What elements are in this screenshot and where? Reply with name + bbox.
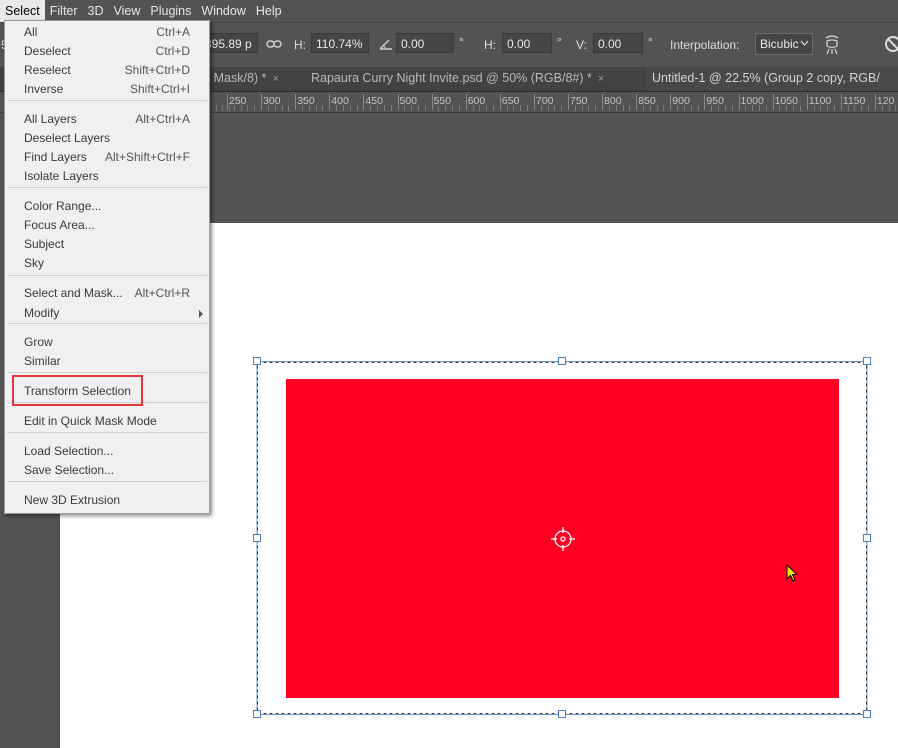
transform-handle-bc	[558, 710, 566, 718]
menu-item-label: Find Layers	[24, 150, 87, 164]
menu-item-find-layers[interactable]: Find Layers Alt+Shift+Ctrl+F	[5, 148, 209, 167]
menu-item-similar[interactable]: Similar	[5, 352, 209, 371]
transform-handle-mr	[863, 534, 871, 542]
menu-item-label: Deselect	[24, 44, 71, 58]
menu-separator	[7, 323, 207, 324]
menu-separator	[7, 100, 207, 101]
menu-item-label: Isolate Layers	[24, 169, 99, 183]
menu-item-shortcut: Ctrl+A	[156, 25, 190, 39]
menu-separator	[7, 481, 207, 482]
select-menu-dropdown: All Ctrl+A Deselect Ctrl+D Reselect Shift+Ctr…	[4, 20, 210, 514]
menu-item-label: Reselect	[24, 63, 71, 77]
menu-item-grow[interactable]: Grow	[5, 333, 209, 352]
submenu-arrow-icon	[199, 310, 203, 318]
menu-item-label: Color Range...	[24, 199, 102, 213]
menu-item-edit-in-quick-mask-mode[interactable]: Edit in Quick Mask Mode	[5, 412, 209, 431]
menu-item-shortcut: Shift+Ctrl+I	[129, 82, 190, 96]
menu-item-label: Focus Area...	[24, 218, 95, 232]
menu-item-label: Grow	[24, 335, 53, 349]
transform-handle-ml	[253, 534, 261, 542]
menu-item-label: Modify	[24, 306, 60, 320]
transform-handle-bl	[253, 710, 261, 718]
menu-item-inverse[interactable]: Inverse Shift+Ctrl+I	[5, 80, 209, 99]
menu-item-label: Deselect Layers	[24, 131, 111, 145]
menu-item-select-and-mask[interactable]: Select and Mask... Alt+Ctrl+R	[5, 284, 209, 303]
menu-item-label: Select and Mask...	[24, 286, 123, 300]
menu-item-isolate-layers[interactable]: Isolate Layers	[5, 167, 209, 186]
menu-item-deselect-layers[interactable]: Deselect Layers	[5, 129, 209, 148]
menu-item-label: All	[24, 25, 38, 39]
menu-item-color-range[interactable]: Color Range...	[5, 197, 209, 216]
menu-separator	[7, 275, 207, 276]
transform-handle-tc	[558, 357, 566, 365]
menu-item-load-selection[interactable]: Load Selection...	[5, 442, 209, 461]
menu-item-shortcut: Alt+Ctrl+A	[135, 112, 190, 126]
menu-item-label: Similar	[24, 354, 61, 368]
reference-point-icon	[551, 527, 575, 551]
menu-item-all-layers[interactable]: All Layers Alt+Ctrl+A	[5, 110, 209, 129]
menu-item-label: Subject	[24, 237, 65, 251]
mouse-cursor-icon	[786, 564, 799, 582]
menu-item-new-3d-extrusion[interactable]: New 3D Extrusion	[5, 491, 209, 510]
menu-item-all[interactable]: All Ctrl+A	[5, 23, 209, 42]
menu-separator	[7, 187, 207, 188]
menu-item-shortcut: Alt+Shift+Ctrl+F	[104, 150, 190, 164]
menu-item-label: Sky	[24, 256, 45, 270]
photoshop-window: Select Filter 3D View Plugins Window Hel…	[0, 0, 898, 748]
menu-item-label: All Layers	[24, 112, 77, 126]
menu-item-shortcut: Shift+Ctrl+D	[124, 63, 190, 77]
menu-item-shortcut: Ctrl+D	[155, 44, 190, 58]
menu-item-sky[interactable]: Sky	[5, 254, 209, 273]
menu-item-label: New 3D Extrusion	[24, 493, 121, 507]
menu-separator	[7, 432, 207, 433]
menu-item-save-selection[interactable]: Save Selection...	[5, 461, 209, 480]
menu-separator	[7, 372, 207, 373]
menu-item-label: Edit in Quick Mask Mode	[24, 414, 157, 428]
transform-selection-highlight	[12, 375, 143, 406]
menu-item-label: Load Selection...	[24, 444, 114, 458]
menu-item-shortcut: Alt+Ctrl+R	[134, 286, 190, 300]
menu-item-deselect[interactable]: Deselect Ctrl+D	[5, 42, 209, 61]
menu-item-modify[interactable]: Modify	[5, 304, 209, 323]
menu-item-label: Inverse	[24, 82, 64, 96]
menu-item-label: Save Selection...	[24, 463, 115, 477]
transform-handle-tr	[863, 357, 871, 365]
menu-item-subject[interactable]: Subject	[5, 235, 209, 254]
menu-item-focus-area[interactable]: Focus Area...	[5, 216, 209, 235]
transform-handle-br	[863, 710, 871, 718]
transform-handle-tl	[253, 357, 261, 365]
menu-item-reselect[interactable]: Reselect Shift+Ctrl+D	[5, 61, 209, 80]
